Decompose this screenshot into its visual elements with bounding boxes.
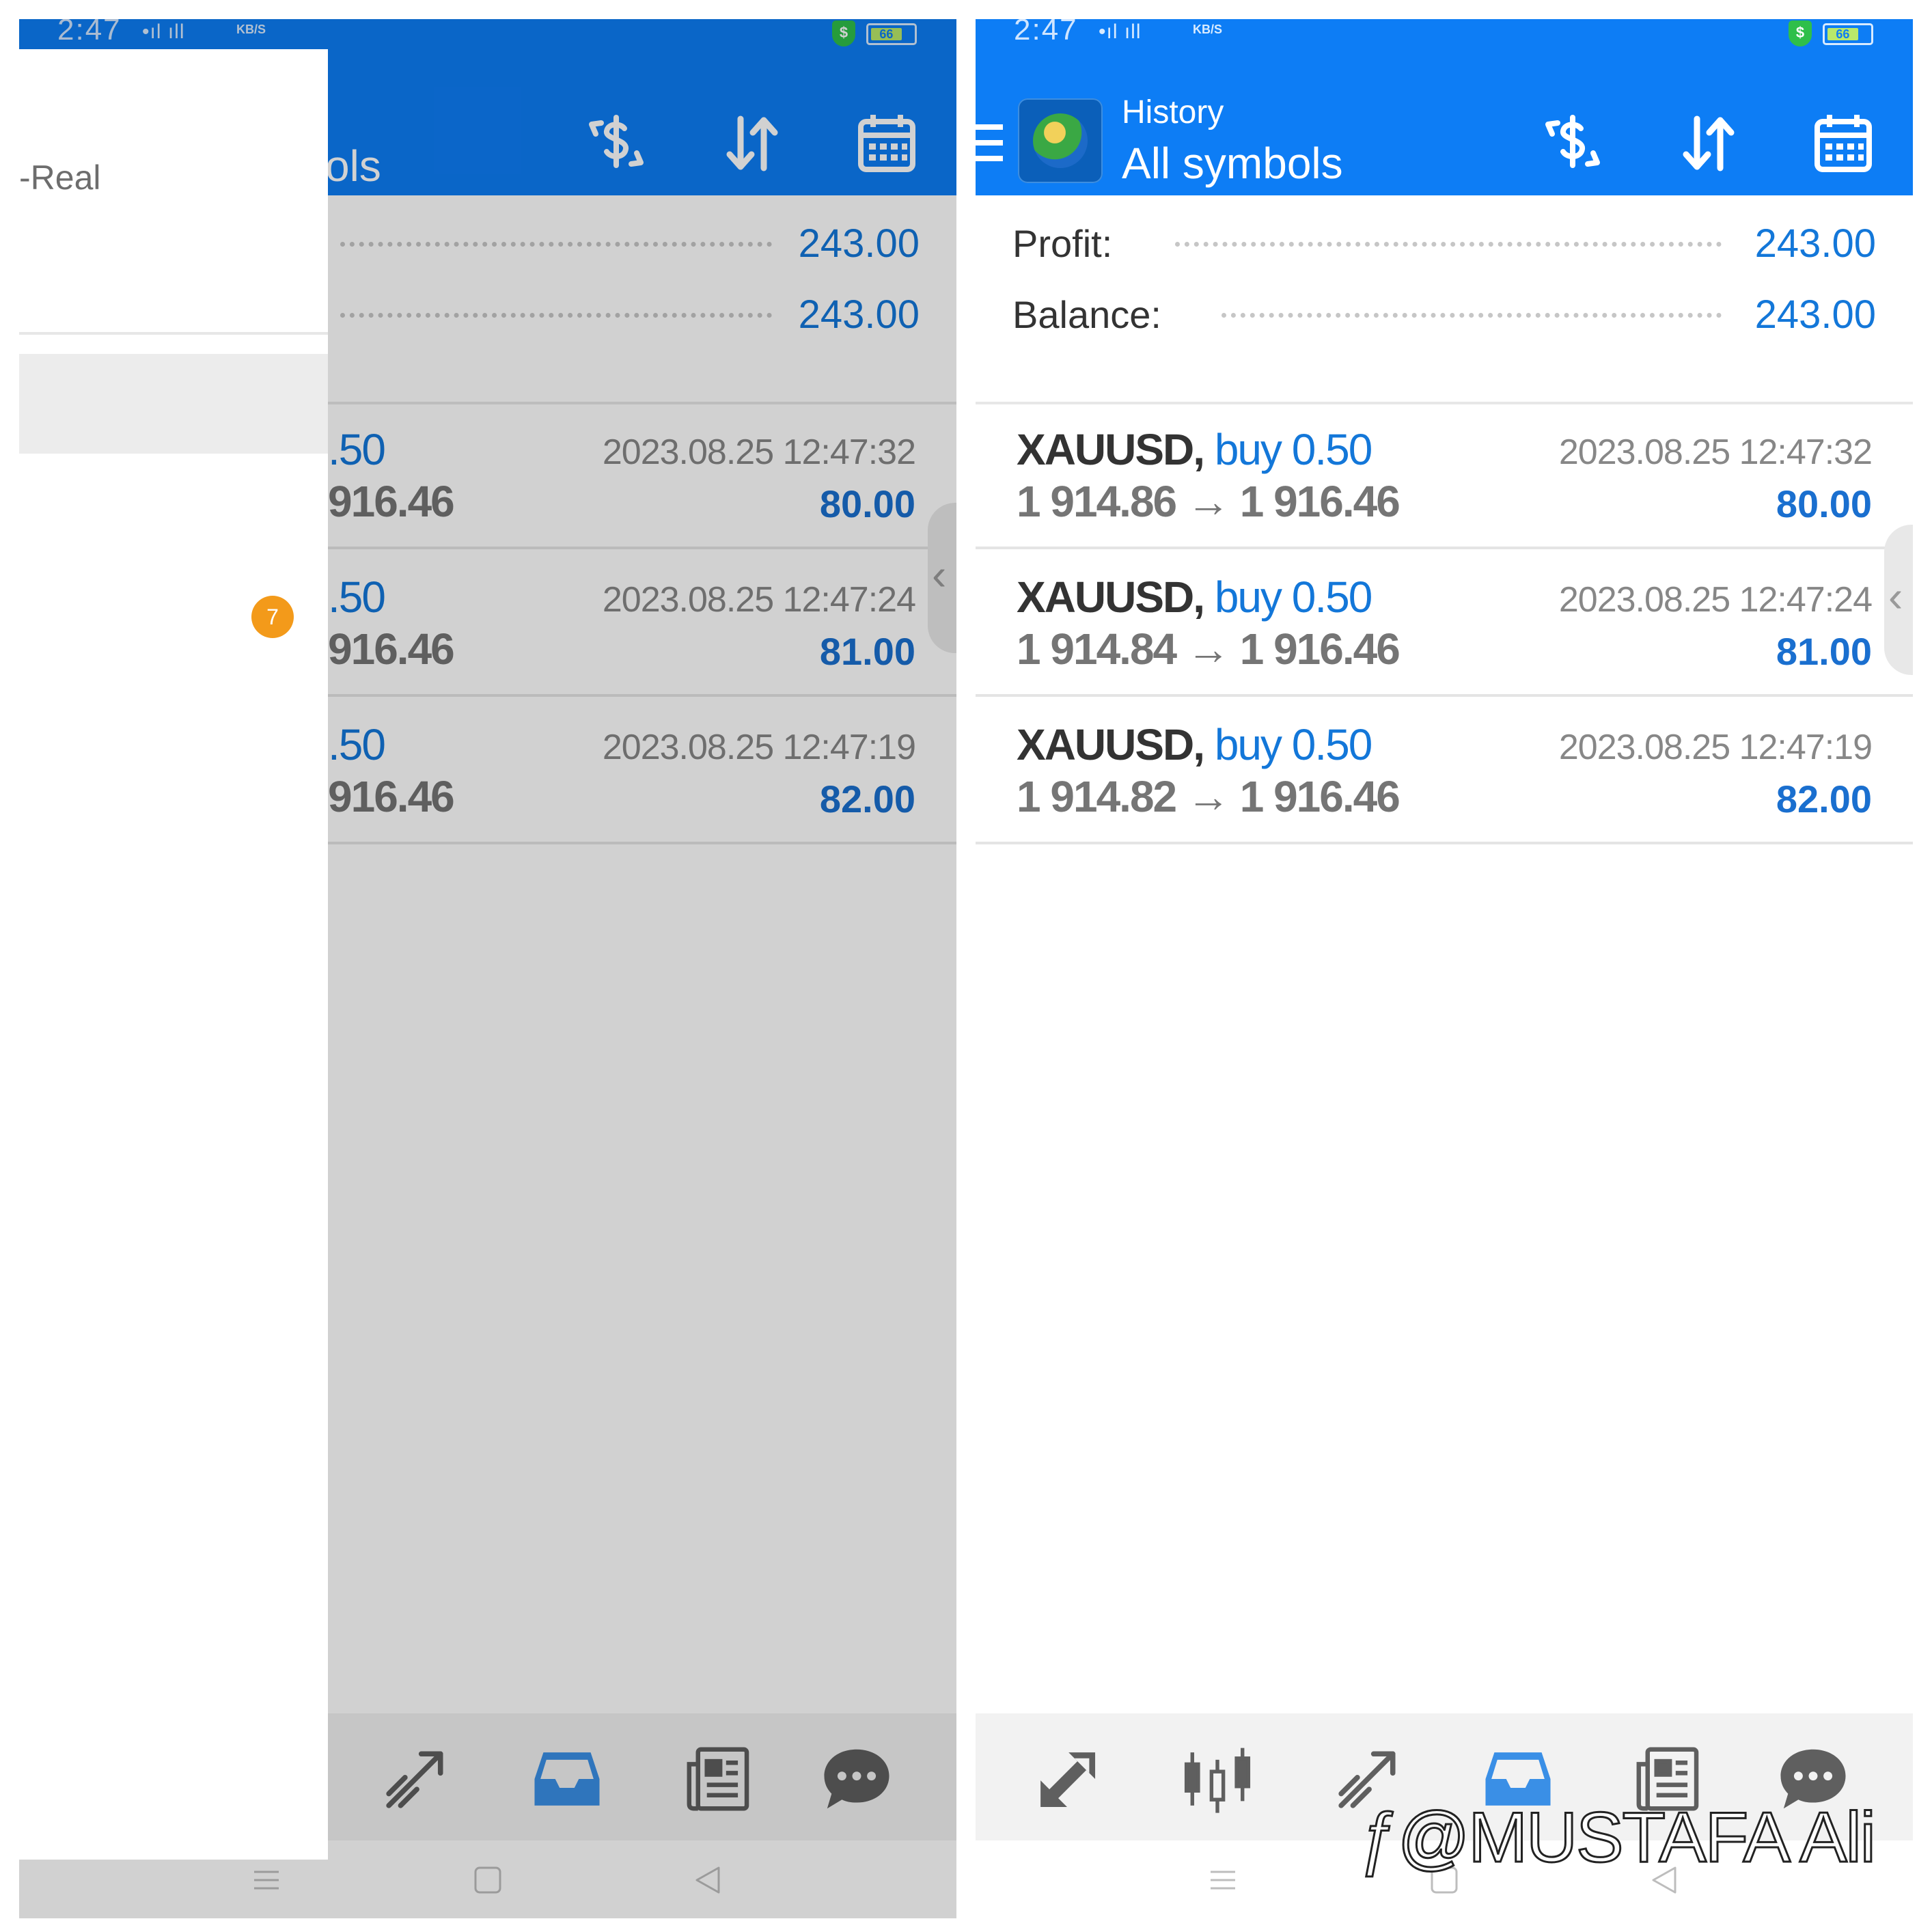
page-subtitle: History	[1122, 94, 1224, 130]
deal-close-price: 1 916.46	[1239, 477, 1400, 526]
edge-panel-handle[interactable]: ‹	[1884, 525, 1913, 675]
deal-volume: 0.50	[1291, 425, 1373, 474]
deal-time: 2023.08.25 12:47:32	[1558, 432, 1873, 472]
right-screenshot: 2:47 •ıl ıll KB/S $ 66 History All symbo…	[976, 19, 1913, 1918]
deal-symbol: XAUUSD,	[1017, 720, 1205, 769]
dotted-leader	[1175, 242, 1722, 247]
profit-label: Profit:	[1012, 222, 1113, 265]
quotes-icon[interactable]	[1030, 1742, 1104, 1816]
deal-title: XAUUSD, buy 0.50	[1017, 425, 1373, 474]
balance-label: Balance:	[1012, 293, 1161, 336]
sort-icon[interactable]	[1674, 109, 1742, 178]
deal-side: buy	[1214, 572, 1282, 622]
network-speed: KB/S	[1193, 23, 1223, 36]
deal-row[interactable]: XAUUSD, buy 0.50 1 914.84 → 1 916.46 202…	[976, 552, 1913, 697]
deal-time: 2023.08.25 12:47:24	[1558, 580, 1873, 620]
deal-title: XAUUSD, buy 0.50	[1017, 720, 1373, 769]
facebook-icon: ƒ	[1359, 1797, 1400, 1879]
chart-icon[interactable]	[1181, 1742, 1254, 1816]
summary-balance-row: Balance: 243.00	[976, 288, 1913, 342]
status-time: 2:47	[1014, 19, 1078, 46]
currency-exchange-icon[interactable]	[1538, 109, 1607, 178]
deal-prices: 1 914.86 → 1 916.46	[1017, 477, 1400, 526]
hamburger-menu-icon[interactable]	[976, 124, 1003, 161]
app-logo-icon	[1018, 98, 1103, 183]
deal-title: XAUUSD, buy 0.50	[1017, 572, 1373, 622]
deal-volume: 0.50	[1291, 720, 1373, 769]
menu-icon[interactable]	[1206, 1864, 1239, 1896]
deal-volume: 0.50	[1291, 572, 1373, 622]
notification-badge: 7	[251, 596, 294, 638]
deal-profit: 81.00	[1776, 630, 1872, 673]
deal-profit: 82.00	[1776, 777, 1872, 820]
watermark-text: ƒ@MUSTAFA Ali	[1359, 1797, 1877, 1879]
deal-row[interactable]: XAUUSD, buy 0.50 1 914.86 → 1 916.46 202…	[976, 404, 1913, 549]
deal-symbol: XAUUSD,	[1017, 572, 1205, 622]
shield-dollar-icon: $	[1789, 20, 1812, 46]
left-screenshot: 2:47 •ıl ıll KB/S $ 66 ols 243.00 243.00…	[19, 19, 956, 1918]
status-bar: 2:47 •ıl ıll KB/S $ 66	[976, 19, 1913, 49]
deal-side: buy	[1214, 425, 1282, 474]
deal-time: 2023.08.25 12:47:19	[1558, 728, 1873, 767]
deal-close-price: 1 916.46	[1239, 624, 1400, 674]
dotted-leader	[1222, 313, 1722, 318]
page-title[interactable]: All symbols	[1122, 137, 1343, 190]
drawer-account-label[interactable]: -Real	[19, 157, 100, 198]
app-bar: History All symbols	[976, 49, 1913, 195]
battery-icon: 66	[1823, 23, 1873, 45]
deal-open-price: 1 914.84	[1017, 624, 1177, 674]
deal-row[interactable]: XAUUSD, buy 0.50 1 914.82 → 1 916.46 202…	[976, 700, 1913, 844]
deal-side: buy	[1214, 720, 1282, 769]
price-arrow-icon: →	[1186, 772, 1230, 821]
navigation-drawer: -Real 7	[19, 49, 328, 1860]
deal-profit: 80.00	[1776, 482, 1872, 525]
price-arrow-icon: →	[1186, 624, 1230, 674]
price-arrow-icon: →	[1186, 477, 1230, 526]
deal-open-price: 1 914.86	[1017, 477, 1177, 526]
drawer-item-selected[interactable]	[19, 354, 328, 454]
battery-level: 66	[1827, 28, 1858, 40]
chevron-left-icon: ‹	[1888, 572, 1903, 621]
signal-icon: •ıl ıll	[1099, 20, 1142, 43]
summary: Profit: 243.00 Balance: 243.00	[976, 195, 1913, 404]
deal-symbol: XAUUSD,	[1017, 425, 1205, 474]
calendar-icon[interactable]	[1809, 109, 1877, 178]
deal-close-price: 1 916.46	[1239, 772, 1400, 821]
summary-profit-row: Profit: 243.00	[976, 217, 1913, 271]
deal-prices: 1 914.82 → 1 916.46	[1017, 772, 1400, 821]
drawer-divider	[19, 332, 328, 335]
profit-value: 243.00	[1754, 221, 1876, 266]
deal-prices: 1 914.84 → 1 916.46	[1017, 624, 1400, 674]
deal-open-price: 1 914.82	[1017, 772, 1177, 821]
balance-value: 243.00	[1754, 292, 1876, 337]
